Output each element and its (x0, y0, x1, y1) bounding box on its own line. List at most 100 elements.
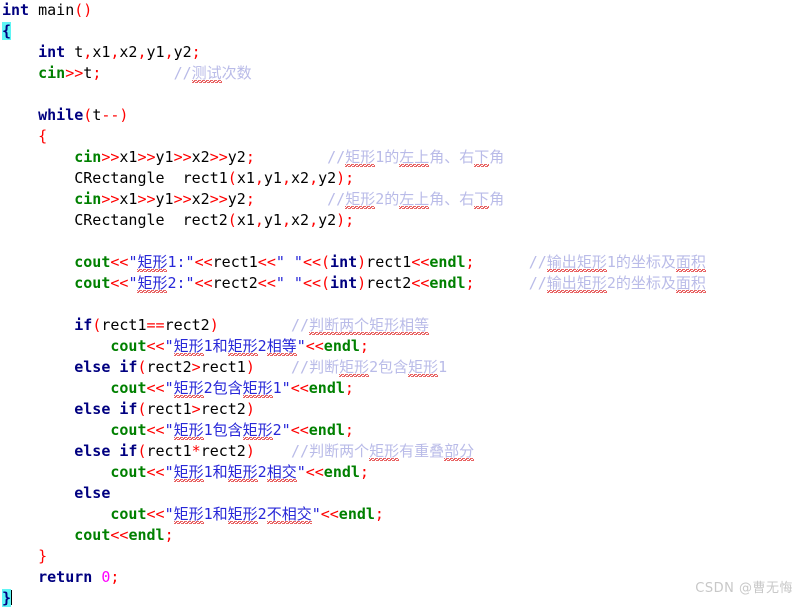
code-token: 1 (438, 358, 448, 376)
code-token: << (290, 379, 309, 397)
code-line[interactable]: cout<<"矩形1和矩形2相等"<<endl; (0, 336, 807, 357)
code-token: 矩形 (173, 505, 204, 524)
code-token: , (309, 169, 319, 187)
code-token: 矩形 (227, 337, 258, 356)
code-line[interactable]: cout<<"矩形1和矩形2不相交"<<endl; (0, 504, 807, 525)
code-line[interactable]: else if(rect2>rect1) //判断矩形2包含矩形1 (0, 357, 807, 378)
code-token: return (38, 568, 93, 586)
code-token: ; (359, 337, 369, 355)
code-line[interactable]: { (0, 21, 807, 42)
code-token: ( (83, 106, 93, 124)
code-line[interactable]: cout<<"矩形1:"<<rect1<<" "<<(int)rect1<<en… (0, 252, 807, 273)
code-token: ( (137, 358, 147, 376)
code-token: { (2, 22, 12, 40)
code-token: ( (321, 274, 331, 292)
code-token: 面积 (675, 253, 706, 272)
code-line[interactable]: CRectangle rect2(x1,y1,x2,y2); (0, 210, 807, 231)
code-token: } (38, 547, 48, 565)
code-token: rect2 (366, 274, 412, 292)
code-token: x1 (92, 43, 111, 61)
code-token: 矩形 (408, 358, 439, 377)
code-token: " " (275, 253, 303, 271)
code-line[interactable]: else if(rect1>rect2) (0, 399, 807, 420)
code-line[interactable]: else if(rect1*rect2) //判断两个矩形有重叠部分 (0, 441, 807, 462)
code-token: x1 (236, 169, 255, 187)
code-token: // (528, 274, 547, 292)
code-line[interactable]: cout<<"矩形1包含矩形2"<<endl; (0, 420, 807, 441)
code-token: << (320, 505, 339, 523)
code-token: 2" (272, 421, 291, 439)
code-token: // (327, 190, 346, 208)
code-token: 矩形 (369, 442, 400, 461)
code-token: " (311, 505, 321, 523)
code-line[interactable]: cin>>x1>>y1>>x2>>y2; //矩形1的左上角、右下角 (0, 147, 807, 168)
code-line[interactable]: cout<<endl; (0, 525, 807, 546)
code-token: int (38, 43, 66, 61)
code-token: << (146, 463, 165, 481)
code-token: cin (74, 148, 102, 166)
code-line[interactable]: cout<<"矩形2:"<<rect2<<" "<<(int)rect2<<en… (0, 273, 807, 294)
code-token: 矩形 (173, 463, 204, 482)
code-line[interactable]: CRectangle rect1(x1,y1,x2,y2); (0, 168, 807, 189)
code-token: y1 (146, 43, 165, 61)
code-token: else (74, 484, 111, 502)
code-line[interactable]: return 0; (0, 567, 807, 588)
code-token: << (305, 463, 324, 481)
code-token: y2 (318, 169, 337, 187)
code-line[interactable]: { (0, 126, 807, 147)
code-token: () (74, 1, 93, 19)
code-token: << (110, 526, 129, 544)
code-token: ) (245, 442, 255, 460)
code-line[interactable] (0, 294, 807, 315)
code-line[interactable]: int main() (0, 0, 807, 21)
code-token: 1和 (203, 505, 228, 523)
code-token: 角 (489, 190, 505, 208)
code-token: << (194, 274, 213, 292)
code-line[interactable]: } (0, 588, 807, 609)
code-line[interactable]: cin>>t; //测试次数 (0, 63, 807, 84)
code-token: 左上 (399, 190, 430, 209)
code-line[interactable]: if(rect1==rect2) //判断两个矩形相等 (0, 315, 807, 336)
code-token: y1 (263, 169, 282, 187)
code-token: ) (245, 358, 255, 376)
code-token: ( (137, 442, 147, 460)
code-line[interactable] (0, 84, 807, 105)
code-token: 矩形 (227, 463, 258, 482)
code-token: cout (110, 421, 147, 439)
code-token: ; (164, 526, 174, 544)
code-token: >> (101, 190, 120, 208)
code-token: int (330, 253, 358, 271)
code-line[interactable]: cin>>x1>>y1>>x2>>y2; //矩形2的左上角、右下角 (0, 189, 807, 210)
code-editor-pane[interactable]: int main(){ int t,x1,x2,y1,y2; cin>>t; /… (0, 0, 807, 607)
code-token: , (137, 43, 147, 61)
code-token: << (110, 274, 129, 292)
code-token: >> (101, 148, 120, 166)
code-token: // (528, 253, 547, 271)
code-line[interactable]: while(t--) (0, 105, 807, 126)
code-token: rect1 (146, 442, 192, 460)
code-token: << (146, 379, 165, 397)
code-token: " (164, 421, 174, 439)
code-token: 测试 (191, 64, 222, 83)
code-token: << (110, 253, 129, 271)
code-token: ) (209, 316, 219, 334)
code-token: ; (465, 253, 475, 271)
text-cursor (11, 590, 13, 605)
code-line[interactable]: cout<<"矩形2包含矩形1"<<endl; (0, 378, 807, 399)
code-token: { (38, 127, 48, 145)
code-line[interactable]: cout<<"矩形1和矩形2相交"<<endl; (0, 462, 807, 483)
code-line[interactable]: else (0, 483, 807, 504)
code-token: ( (137, 400, 147, 418)
code-token: 1和 (203, 463, 228, 481)
code-line[interactable] (0, 231, 807, 252)
code-token: 角、右 (429, 190, 475, 208)
code-line[interactable]: int t,x1,x2,y1,y2; (0, 42, 807, 63)
code-line[interactable]: } (0, 546, 807, 567)
